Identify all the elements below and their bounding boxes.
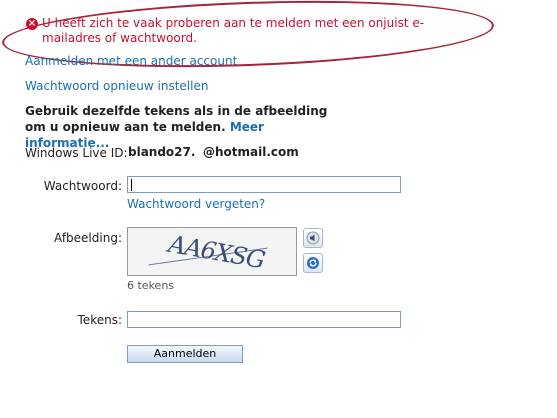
windows-live-id-username: blando27. xyxy=(128,145,196,159)
sign-in-button[interactable]: Aanmelden xyxy=(127,345,243,363)
password-input[interactable] xyxy=(127,176,401,193)
audio-captcha-button[interactable] xyxy=(303,228,323,248)
refresh-captcha-button[interactable] xyxy=(303,253,323,273)
text-caret xyxy=(131,179,132,191)
windows-live-id-domain: @hotmail.com xyxy=(203,145,299,159)
instructions-text: Gebruik dezelfde tekens als in de afbeel… xyxy=(25,104,328,134)
image-label: Afbeelding: xyxy=(54,231,122,245)
error-message: U heeft zich te vaak proberen aan te mel… xyxy=(42,16,425,45)
error-x-icon: × xyxy=(26,18,38,30)
captcha-image: AA6XSG xyxy=(127,227,297,276)
characters-label: Tekens: xyxy=(77,313,122,327)
captcha-instructions: Gebruik dezelfde tekens als in de afbeel… xyxy=(25,103,345,151)
forgot-password-link[interactable]: Wachtwoord vergeten? xyxy=(127,197,265,211)
captcha-text: AA6XSG xyxy=(163,230,270,274)
captcha-char-count: 6 tekens xyxy=(127,279,175,292)
reset-password-link[interactable]: Wachtwoord opnieuw instellen xyxy=(25,79,208,93)
refresh-icon xyxy=(307,257,319,269)
speaker-icon xyxy=(306,231,320,245)
password-label: Wachtwoord: xyxy=(43,179,122,193)
characters-input[interactable] xyxy=(127,311,401,328)
windows-live-id-label: Windows Live ID: xyxy=(25,146,128,160)
other-account-link[interactable]: Aanmelden met een ander account xyxy=(25,54,237,68)
